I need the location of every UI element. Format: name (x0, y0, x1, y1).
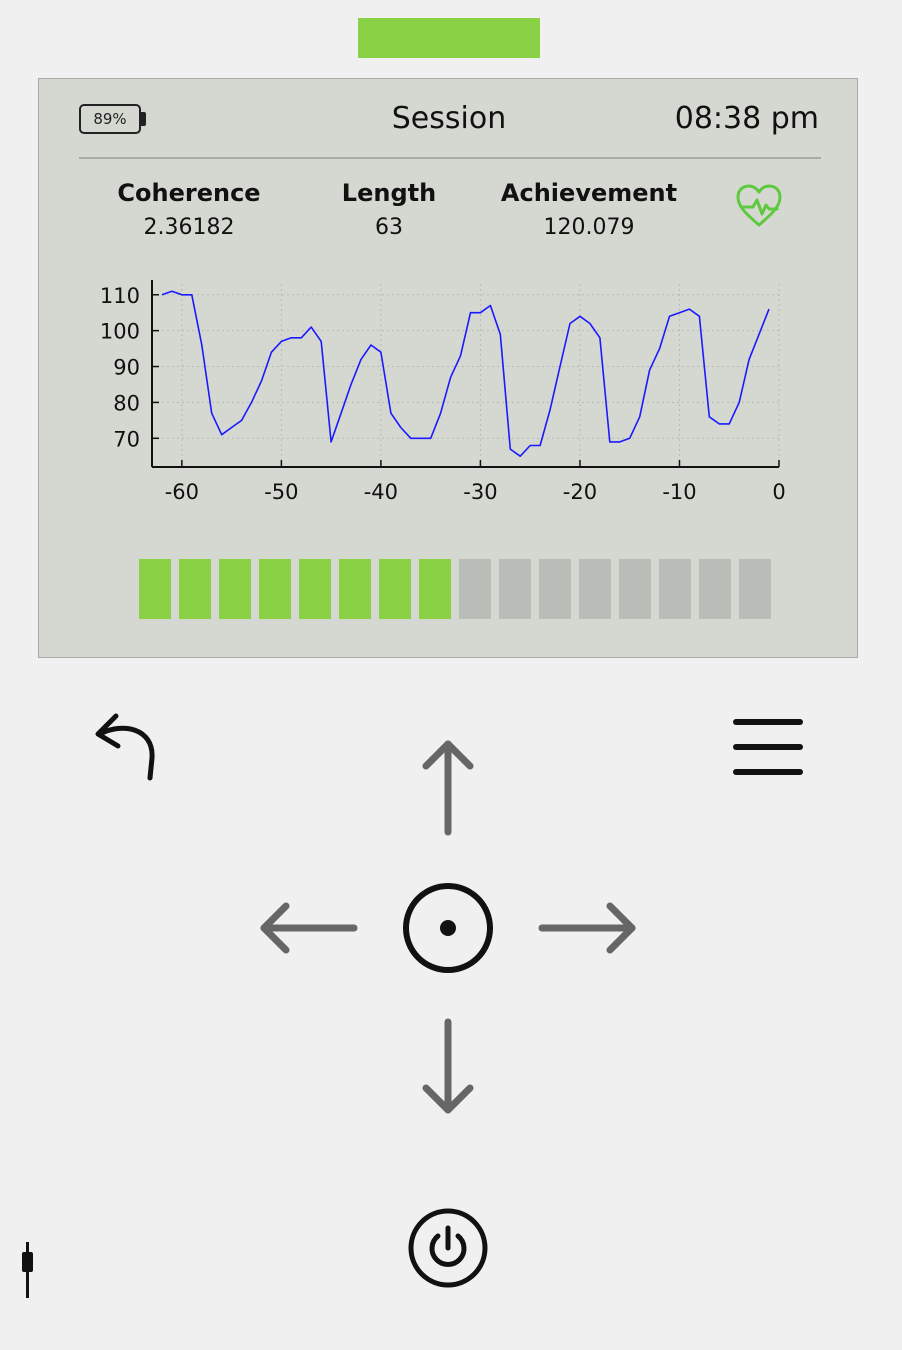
x-tick-label: -60 (165, 480, 199, 504)
arrow-up-icon (422, 740, 474, 836)
stat-achievement-label: Achievement (500, 179, 678, 207)
level-segment (699, 559, 731, 619)
level-segment (219, 559, 251, 619)
power-icon (408, 1208, 488, 1288)
level-segment (379, 559, 411, 619)
header-divider (79, 157, 821, 159)
level-segment (259, 559, 291, 619)
arrow-left-icon (260, 902, 358, 954)
select-circle-icon (403, 883, 493, 973)
clock: 08:38 pm (674, 101, 819, 136)
stat-length-value: 63 (375, 215, 403, 240)
coherence-chart: -60 -50 -40 -30 -20 -10 0 70 80 90 100 110 (100, 280, 786, 504)
level-segment (739, 559, 771, 619)
right-button[interactable] (536, 898, 640, 958)
back-button[interactable] (92, 708, 162, 786)
series-line (161, 290, 770, 457)
top-status-indicator (358, 18, 540, 58)
level-segment (619, 559, 651, 619)
x-tick-label: 0 (772, 480, 785, 504)
x-tick-label: -30 (463, 480, 497, 504)
select-button[interactable] (398, 878, 498, 978)
level-segment (459, 559, 491, 619)
device-screen: 89% Session 08:38 pm Coherence 2.36182 L… (38, 78, 858, 658)
level-segment (419, 559, 451, 619)
level-segment (539, 559, 571, 619)
up-button[interactable] (418, 736, 478, 840)
stat-length-label: Length (341, 179, 437, 207)
level-segment (299, 559, 331, 619)
menu-button[interactable] (730, 716, 806, 778)
left-button[interactable] (256, 898, 360, 958)
stat-coherence-value: 2.36182 (143, 215, 235, 240)
level-segment (339, 559, 371, 619)
stat-achievement-value: 120.079 (543, 215, 635, 240)
arrow-down-icon (422, 1018, 474, 1114)
down-button[interactable] (418, 1016, 478, 1120)
x-tick-label: -50 (264, 480, 298, 504)
x-tick-label: -20 (563, 480, 597, 504)
stat-coherence-label: Coherence (117, 179, 261, 207)
plug-icon (22, 1242, 33, 1298)
y-tick-label: 70 (113, 427, 140, 451)
arrow-right-icon (538, 902, 636, 954)
heart-pulse-icon (736, 184, 782, 227)
back-arrow-icon (95, 713, 155, 781)
level-segment (139, 559, 171, 619)
y-tick-label: 80 (113, 391, 140, 415)
y-tick-label: 100 (100, 320, 140, 344)
level-segment (659, 559, 691, 619)
x-tick-label: -10 (662, 480, 696, 504)
level-segment (499, 559, 531, 619)
x-tick-label: -40 (364, 480, 398, 504)
power-button[interactable] (406, 1206, 490, 1290)
level-segment (579, 559, 611, 619)
menu-icon (733, 719, 803, 775)
y-tick-label: 90 (113, 356, 140, 380)
y-tick-label: 110 (100, 284, 140, 308)
level-segment (179, 559, 211, 619)
coherence-level-bar (139, 559, 779, 619)
